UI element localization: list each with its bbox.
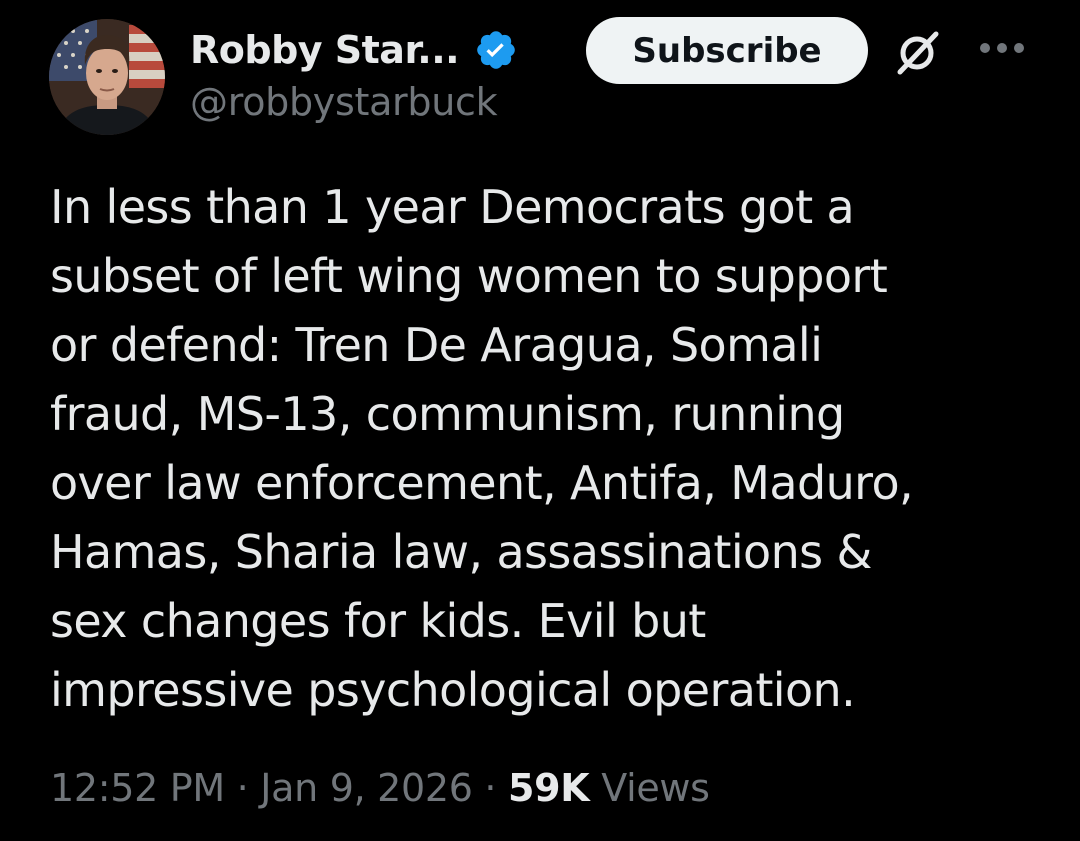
tweet-date[interactable]: Jan 9, 2026 <box>260 766 473 810</box>
tweet-meta: 12:52 PM · Jan 9, 2026 · 59K Views <box>50 766 710 810</box>
tweet: Robby Star... @robbystarbuck Subscribe I… <box>0 0 1080 841</box>
tweet-text-line: sex changes for kids. Evil but <box>50 594 706 648</box>
meta-separator: · <box>484 766 497 810</box>
tweet-text-line: Hamas, Sharia law, assassinations & <box>50 525 872 579</box>
avatar[interactable] <box>49 19 165 135</box>
verified-badge-icon[interactable] <box>474 28 518 72</box>
grok-slash-icon[interactable] <box>892 28 942 78</box>
views-label[interactable]: Views <box>601 766 710 810</box>
avatar-image <box>49 19 165 135</box>
more-dots-icon[interactable] <box>978 41 1026 55</box>
tweet-time[interactable]: 12:52 PM <box>50 766 225 810</box>
meta-separator: · <box>236 766 249 810</box>
tweet-text-line: subset of left wing women to support <box>50 249 888 303</box>
tweet-text-line: impressive psychological operation. <box>50 663 856 717</box>
tweet-text-line: fraud, MS-13, communism, running <box>50 387 845 441</box>
author-name-row: Robby Star... <box>190 23 518 77</box>
tweet-text-line: over law enforcement, Antifa, Maduro, <box>50 456 914 510</box>
views-count[interactable]: 59K <box>508 766 590 810</box>
tweet-text: In less than 1 year Democrats got a subs… <box>50 173 1050 725</box>
author-display-name[interactable]: Robby Star... <box>190 28 460 72</box>
tweet-text-line: or defend: Tren De Aragua, Somali <box>50 318 823 372</box>
tweet-text-line: In less than 1 year Democrats got a <box>50 180 855 234</box>
subscribe-button[interactable]: Subscribe <box>586 17 868 84</box>
author-handle[interactable]: @robbystarbuck <box>190 80 498 124</box>
